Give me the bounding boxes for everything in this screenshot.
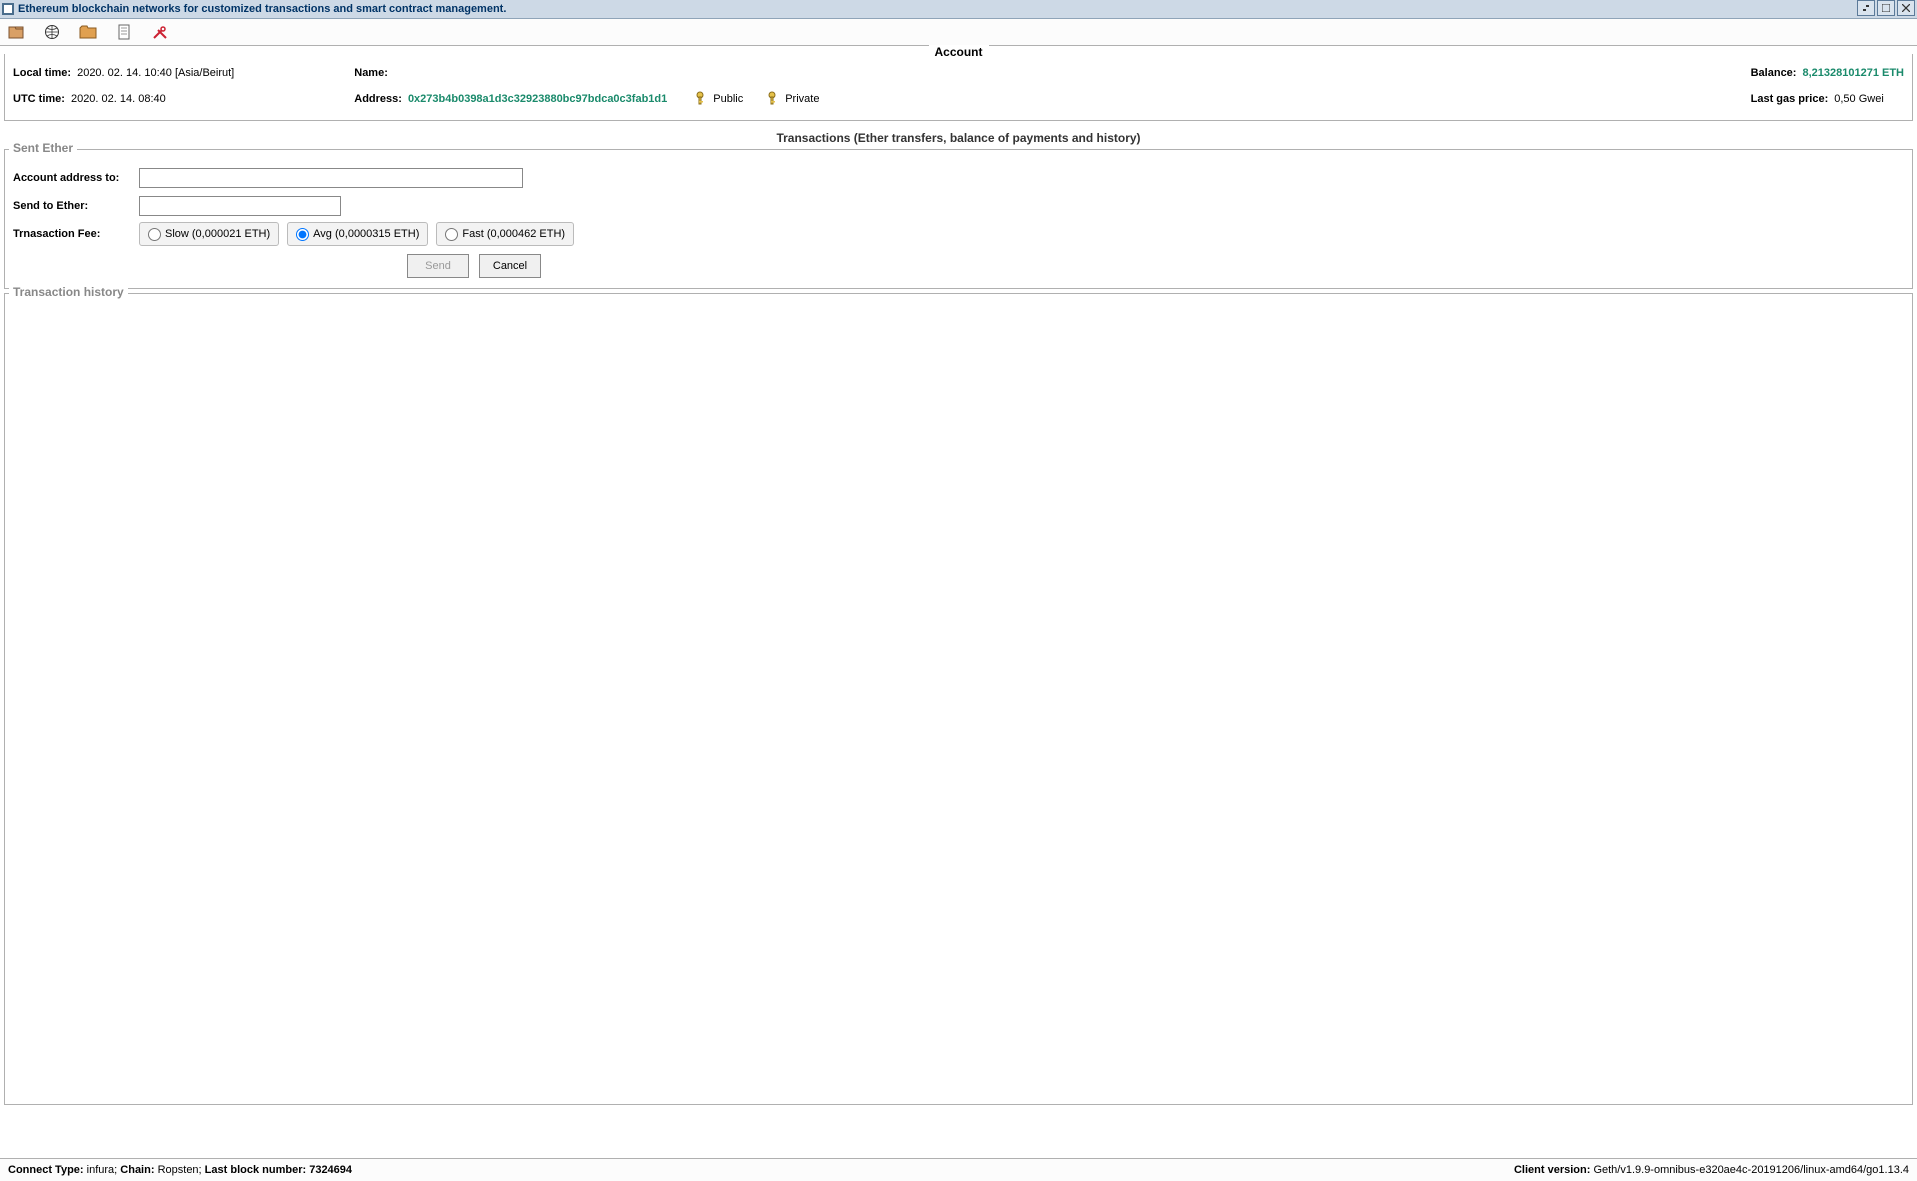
connect-type-value: infura;	[87, 1164, 118, 1176]
tools-icon[interactable]	[150, 22, 170, 42]
public-label[interactable]: Public	[713, 93, 743, 105]
account-legend: Account	[929, 45, 989, 59]
transaction-history-legend: Transaction history	[9, 285, 128, 299]
private-key-icon[interactable]	[765, 91, 779, 108]
utc-time-value: 2020. 02. 14. 08:40	[71, 93, 166, 105]
status-bar: Connect Type: infura; Chain: Ropsten; La…	[0, 1158, 1917, 1181]
connect-type-label: Connect Type:	[8, 1164, 84, 1176]
send-ether-label: Send to Ether:	[13, 200, 139, 212]
balance-value: 8,21328101271 ETH	[1802, 67, 1904, 79]
status-left: Connect Type: infura; Chain: Ropsten; La…	[8, 1164, 352, 1176]
balance-label: Balance:	[1751, 67, 1797, 79]
account-panel: Account Local time: 2020. 02. 14. 10:40 …	[4, 54, 1913, 121]
toolbar	[0, 19, 1917, 46]
transaction-history-panel: Transaction history	[4, 293, 1913, 1105]
maximize-button[interactable]	[1877, 0, 1895, 16]
globe-icon[interactable]	[42, 22, 62, 42]
fee-avg-option[interactable]: Avg (0,0000315 ETH)	[287, 222, 428, 246]
minimize-button[interactable]	[1857, 0, 1875, 16]
title-bar: Ethereum blockchain networks for customi…	[0, 0, 1917, 19]
transactions-title: Transactions (Ether transfers, balance o…	[0, 131, 1917, 145]
local-time-label: Local time:	[13, 67, 71, 79]
name-label: Name:	[354, 67, 388, 79]
sent-ether-panel: Sent Ether Account address to: Send to E…	[4, 149, 1913, 289]
address-value[interactable]: 0x273b4b0398a1d3c32923880bc97bdca0c3fab1…	[408, 93, 667, 105]
window-title: Ethereum blockchain networks for customi…	[18, 3, 506, 15]
fee-slow-radio[interactable]	[148, 228, 161, 241]
send-ether-input[interactable]	[139, 196, 341, 216]
document-icon[interactable]	[114, 22, 134, 42]
block-label: Last block number:	[205, 1164, 306, 1176]
fee-fast-radio[interactable]	[445, 228, 458, 241]
public-key-icon[interactable]	[693, 91, 707, 108]
gas-value: 0,50 Gwei	[1834, 93, 1884, 105]
cancel-button[interactable]: Cancel	[479, 254, 541, 278]
fee-slow-label: Slow (0,000021 ETH)	[165, 228, 270, 240]
close-button[interactable]	[1897, 0, 1915, 16]
local-time-value: 2020. 02. 14. 10:40 [Asia/Beirut]	[77, 67, 234, 79]
fee-avg-radio[interactable]	[296, 228, 309, 241]
status-right: Client version: Geth/v1.9.9-omnibus-e320…	[1514, 1164, 1909, 1176]
chain-value: Ropsten;	[158, 1164, 202, 1176]
chain-label: Chain:	[120, 1164, 154, 1176]
utc-time-label: UTC time:	[13, 93, 65, 105]
fee-fast-label: Fast (0,000462 ETH)	[462, 228, 565, 240]
window-controls	[1857, 0, 1915, 16]
fee-slow-option[interactable]: Slow (0,000021 ETH)	[139, 222, 279, 246]
address-label: Address:	[354, 93, 402, 105]
client-version-value: Geth/v1.9.9-omnibus-e320ae4c-20191206/li…	[1593, 1164, 1909, 1176]
open-file-icon[interactable]	[6, 22, 26, 42]
app-icon	[2, 3, 14, 15]
address-to-input[interactable]	[139, 168, 523, 188]
fee-fast-option[interactable]: Fast (0,000462 ETH)	[436, 222, 574, 246]
address-to-label: Account address to:	[13, 172, 139, 184]
folder-icon[interactable]	[78, 22, 98, 42]
sent-ether-legend: Sent Ether	[9, 141, 77, 155]
gas-label: Last gas price:	[1751, 93, 1829, 105]
client-version-label: Client version:	[1514, 1164, 1590, 1176]
send-button[interactable]: Send	[407, 254, 469, 278]
fee-label: Trnasaction Fee:	[13, 228, 139, 240]
block-value: 7324694	[309, 1164, 352, 1176]
fee-avg-label: Avg (0,0000315 ETH)	[313, 228, 419, 240]
private-label[interactable]: Private	[785, 93, 819, 105]
